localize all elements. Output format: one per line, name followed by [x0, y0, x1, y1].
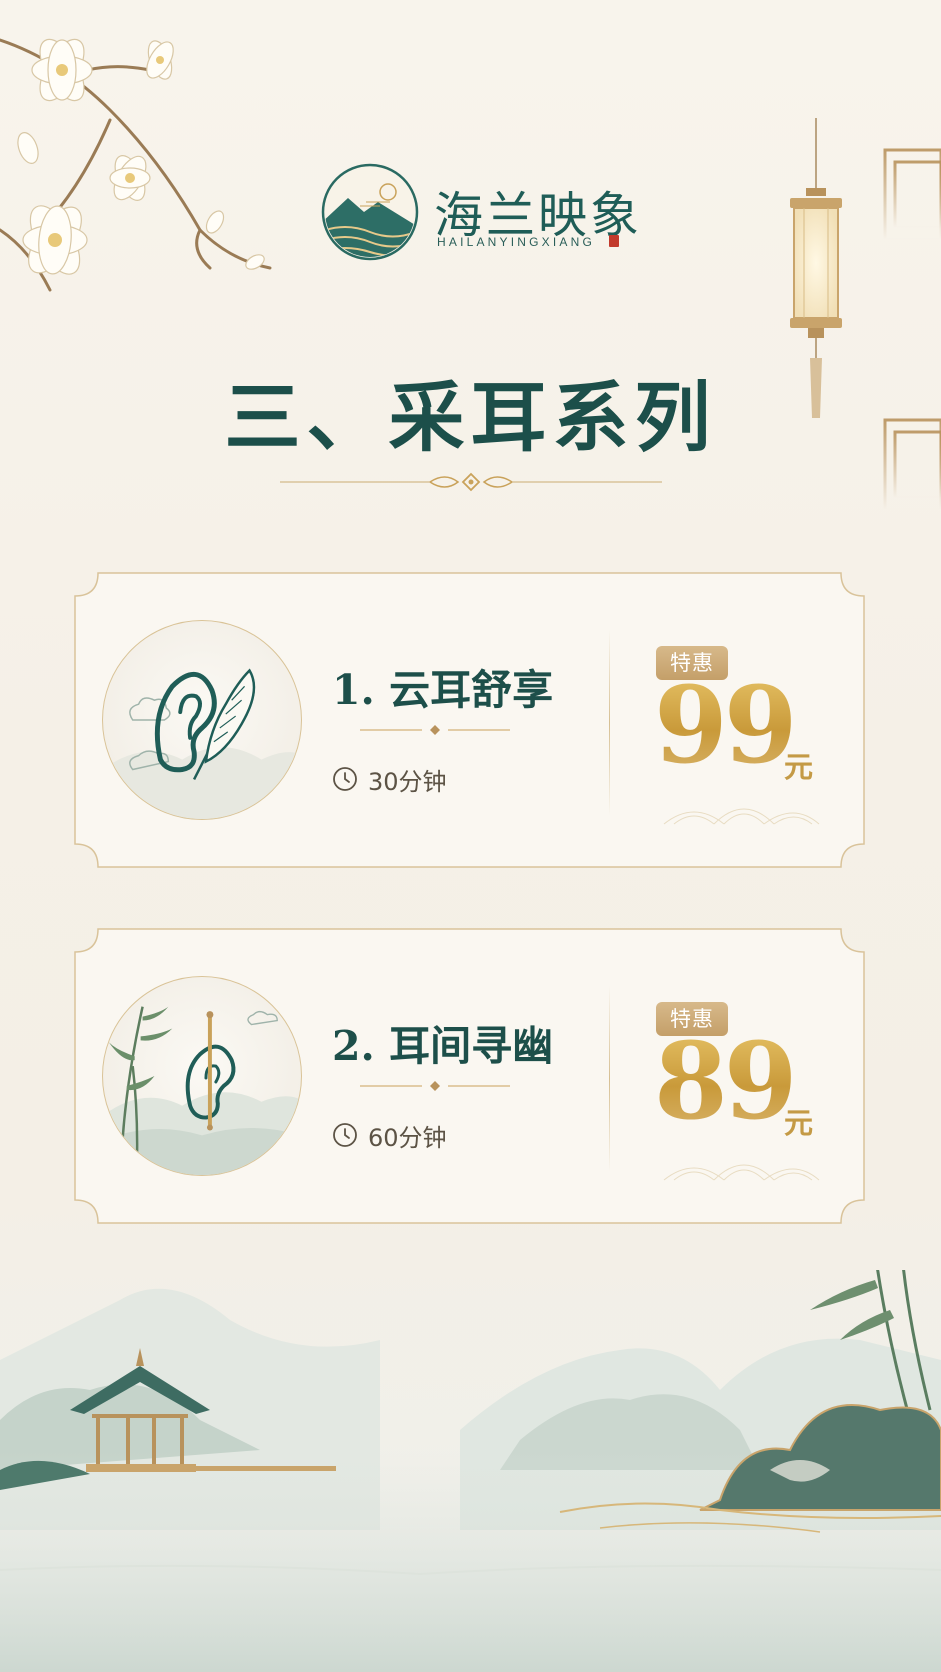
- duration-text: 30分钟: [368, 767, 447, 796]
- price-value: 99: [654, 662, 798, 787]
- card-separator: [609, 986, 610, 1172]
- service-name: 1. 云耳舒享: [332, 666, 554, 714]
- section-title: 三、采耳系列: [224, 373, 717, 462]
- clock-icon: [333, 1123, 357, 1147]
- brand-logo: 海兰映象 HAILANYINGXIANG: [320, 162, 639, 262]
- clock-icon: [333, 767, 357, 791]
- landscape-decoration: [0, 1270, 941, 1672]
- brand-pinyin: HAILANYINGXIANG: [437, 235, 596, 249]
- magnolia-branch-decoration: [0, 38, 272, 292]
- price-menu-page: 海兰映象 HAILANYINGXIANG 三、采耳系列 1. 云耳舒享 30分钟…: [0, 0, 941, 1672]
- service-card[interactable]: 1. 云耳舒享 30分钟 特惠 99 元: [74, 572, 865, 868]
- service-name: 2. 耳间寻幽: [332, 1022, 554, 1070]
- ear-pick-icon: [103, 1006, 301, 1175]
- price-value: 89: [654, 1018, 798, 1143]
- wave-pattern-decoration: [663, 1164, 820, 1181]
- ear-pick-illustration: [102, 976, 302, 1176]
- small-ornament-divider: [360, 1081, 510, 1091]
- ear-feather-icon: [103, 668, 301, 819]
- duration: 30分钟: [332, 764, 447, 796]
- small-ornament-divider: [360, 725, 510, 735]
- duration: 60分钟: [332, 1120, 447, 1152]
- ear-feather-illustration: [102, 620, 302, 820]
- mountain-waves-emblem-icon: [321, 163, 419, 261]
- window-lattice-decoration: [883, 0, 941, 590]
- wave-pattern-decoration: [663, 808, 820, 825]
- price-unit: 元: [784, 750, 814, 784]
- ornamental-divider: [280, 472, 662, 492]
- duration-text: 60分钟: [368, 1123, 447, 1152]
- service-card[interactable]: 2. 耳间寻幽 60分钟 特惠 89 元: [74, 928, 865, 1224]
- price-unit: 元: [784, 1106, 814, 1140]
- seal-stamp-icon: [609, 235, 619, 247]
- card-separator: [609, 630, 610, 816]
